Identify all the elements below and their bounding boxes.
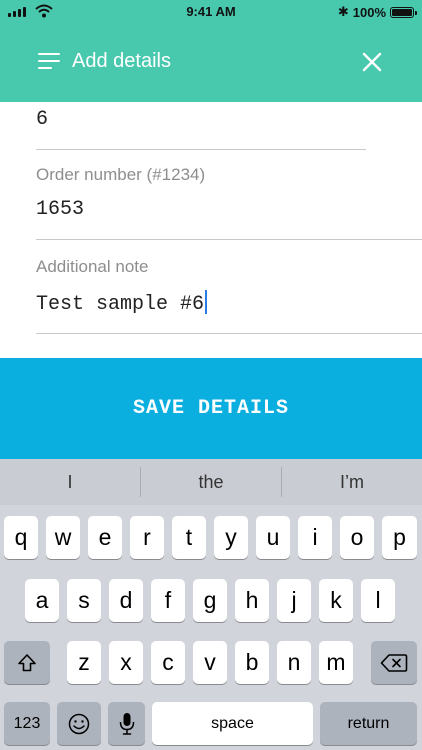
- key-r[interactable]: r: [130, 516, 164, 559]
- battery-icon: [390, 6, 417, 18]
- suggestion-item[interactable]: the: [141, 459, 281, 505]
- key-k[interactable]: k: [319, 579, 353, 622]
- text-cursor: [205, 290, 208, 314]
- key-m[interactable]: m: [319, 641, 353, 684]
- previous-field-value: 6: [36, 108, 49, 131]
- order-number-field[interactable]: Order number (#1234) 1653: [36, 162, 422, 240]
- shift-icon: [18, 653, 36, 671]
- microphone-icon: [119, 712, 134, 735]
- return-key[interactable]: return: [320, 702, 417, 745]
- key-i[interactable]: i: [298, 516, 332, 559]
- key-e[interactable]: e: [88, 516, 122, 559]
- key-w[interactable]: w: [46, 516, 80, 559]
- suggestion-item[interactable]: I: [0, 459, 140, 505]
- key-q[interactable]: q: [4, 516, 38, 559]
- header: 9:41 AM ✱ 100% Add details: [0, 0, 422, 102]
- space-key[interactable]: space: [152, 702, 313, 745]
- emoji-key[interactable]: [57, 702, 101, 745]
- status-bar: 9:41 AM ✱ 100%: [0, 0, 422, 24]
- emoji-icon: [68, 713, 90, 734]
- key-v[interactable]: v: [193, 641, 227, 684]
- key-h[interactable]: h: [235, 579, 269, 622]
- additional-note-field[interactable]: Additional note Test sample #6: [36, 254, 422, 334]
- key-y[interactable]: y: [214, 516, 248, 559]
- previous-field[interactable]: 6: [36, 102, 366, 150]
- save-details-label: SAVE DETAILS: [132, 397, 290, 420]
- suggestion-item[interactable]: I’m: [282, 459, 422, 505]
- key-l[interactable]: l: [361, 579, 395, 622]
- save-details-button[interactable]: SAVE DETAILS: [0, 358, 422, 459]
- additional-note-underline: [36, 333, 422, 334]
- key-s[interactable]: s: [67, 579, 101, 622]
- key-f[interactable]: f: [151, 579, 185, 622]
- suggestion-bar: I the I’m: [0, 459, 422, 505]
- key-j[interactable]: j: [277, 579, 311, 622]
- order-number-input[interactable]: 1653: [36, 198, 84, 221]
- key-t[interactable]: t: [172, 516, 206, 559]
- menu-icon[interactable]: [38, 53, 60, 69]
- key-o[interactable]: o: [340, 516, 374, 559]
- order-number-label: Order number (#1234): [36, 165, 206, 184]
- close-icon[interactable]: [360, 50, 384, 74]
- numbers-key[interactable]: 123: [4, 702, 50, 745]
- additional-note-label: Additional note: [36, 257, 149, 276]
- previous-field-underline: [36, 149, 366, 150]
- details-form: 6 Order number (#1234) 1653 Additional n…: [0, 102, 422, 358]
- key-p[interactable]: p: [382, 516, 417, 559]
- additional-note-input[interactable]: Test sample #6: [36, 290, 208, 316]
- key-g[interactable]: g: [193, 579, 227, 622]
- app-bar: Add details: [0, 24, 422, 102]
- key-a[interactable]: a: [25, 579, 59, 622]
- shift-key[interactable]: [4, 641, 50, 684]
- order-number-underline: [36, 239, 422, 240]
- delete-icon: [380, 653, 408, 672]
- key-b[interactable]: b: [235, 641, 269, 684]
- key-d[interactable]: d: [109, 579, 143, 622]
- page-title: Add details: [72, 50, 171, 72]
- battery-percent: 100%: [352, 4, 386, 20]
- key-x[interactable]: x: [109, 641, 143, 684]
- key-n[interactable]: n: [277, 641, 311, 684]
- additional-note-value: Test sample #6: [36, 293, 205, 316]
- key-u[interactable]: u: [256, 516, 290, 559]
- microphone-key[interactable]: [108, 702, 145, 745]
- key-c[interactable]: c: [151, 641, 185, 684]
- key-z[interactable]: z: [67, 641, 101, 684]
- keyboard: I the I’m q w e r t y u i o p a s d f g …: [0, 459, 422, 750]
- bluetooth-icon: ✱: [337, 4, 349, 19]
- delete-key[interactable]: [371, 641, 417, 684]
